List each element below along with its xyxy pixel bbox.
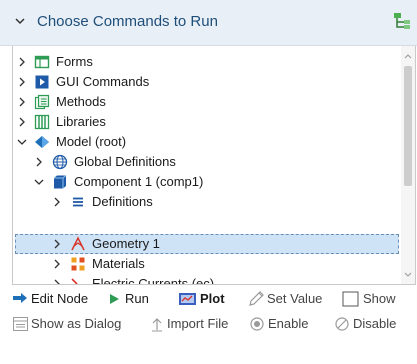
methods-icon xyxy=(34,94,50,110)
tree-item-global-definitions[interactable]: Global Definitions xyxy=(13,152,401,172)
panel-header: Choose Commands to Run xyxy=(0,0,417,46)
tree-item-label: GUI Commands xyxy=(56,74,150,89)
tree-item-electric-currents[interactable]: Electric Currents (ec) xyxy=(13,274,401,285)
set-value-button[interactable]: Set Value xyxy=(248,290,340,308)
run-label: Run xyxy=(125,291,149,306)
disable-icon xyxy=(335,317,349,331)
tree-item-forms[interactable]: Forms xyxy=(13,52,401,72)
tree-item-geometry-1-content[interactable]: Geometry 1 xyxy=(13,234,401,254)
run-icon xyxy=(110,294,119,304)
run-button[interactable]: Run xyxy=(108,290,158,308)
tree-item-label: Methods xyxy=(56,94,106,109)
plot-icon xyxy=(179,293,196,305)
tree-item-label: Definitions xyxy=(92,194,153,209)
tree-item-methods[interactable]: Methods xyxy=(13,92,401,112)
chevron-right-icon[interactable] xyxy=(52,259,62,269)
chevron-right-icon[interactable] xyxy=(34,157,44,167)
materials-icon xyxy=(71,257,85,271)
tree-item-libraries[interactable]: Libraries xyxy=(13,112,401,132)
commands-tree[interactable]: Forms GUI Commands Methods Libraries Mod… xyxy=(12,46,416,285)
tree-item-label: Model (root) xyxy=(56,134,127,149)
chevron-down-icon[interactable] xyxy=(34,177,44,187)
tree-item-label: Global Definitions xyxy=(74,154,176,169)
tree-item-label: Electric Currents (ec) xyxy=(92,276,215,285)
chevron-down-icon[interactable] xyxy=(12,13,28,29)
enable-icon xyxy=(250,317,264,331)
show-label: Show xyxy=(363,291,396,306)
model-tree-icon[interactable] xyxy=(392,10,414,32)
plot-label: Plot xyxy=(200,291,225,306)
set-value-icon xyxy=(249,291,264,306)
forms-icon xyxy=(34,55,50,69)
edit-node-button[interactable]: Edit Node xyxy=(12,290,94,308)
tree-item-label: Libraries xyxy=(56,114,106,129)
chevron-right-icon[interactable] xyxy=(17,97,27,107)
panel-title: Choose Commands to Run xyxy=(37,13,218,30)
chevron-right-icon[interactable] xyxy=(17,77,27,87)
chevron-right-icon[interactable] xyxy=(52,197,62,207)
tree-item-label: Component 1 (comp1) xyxy=(74,174,204,189)
tree-item-gui-commands[interactable]: GUI Commands xyxy=(13,72,401,92)
chevron-down-icon[interactable] xyxy=(17,137,27,147)
tree-scrollbar[interactable] xyxy=(401,46,415,284)
set-value-label: Set Value xyxy=(267,291,323,306)
chevron-right-icon[interactable] xyxy=(52,239,62,249)
tree-item-definitions[interactable]: Definitions xyxy=(13,192,401,212)
edit-node-icon xyxy=(13,293,27,303)
disable-label: Disable xyxy=(353,316,397,331)
scrollbar-thumb[interactable] xyxy=(404,66,412,186)
show-checkbox[interactable]: Show xyxy=(342,290,414,308)
edit-node-label: Edit Node xyxy=(31,291,89,306)
scroll-up-icon[interactable] xyxy=(404,53,412,59)
plot-button[interactable]: Plot xyxy=(178,290,238,308)
show-as-dialog-label: Show as Dialog xyxy=(31,316,122,331)
electric-currents-icon xyxy=(71,278,78,284)
geometry-icon xyxy=(71,236,85,251)
enable-label: Enable xyxy=(268,316,309,331)
model-root-icon xyxy=(35,136,49,148)
tree-item-label: Geometry 1 xyxy=(92,236,160,251)
toolbar-row-1: Edit Node Run Plot Set Value Show xyxy=(0,287,417,311)
component-icon xyxy=(54,175,67,189)
chevron-right-icon[interactable] xyxy=(17,117,27,127)
definitions-icon xyxy=(73,197,83,207)
scroll-down-icon[interactable] xyxy=(404,272,412,278)
tree-item-component-1[interactable]: Component 1 (comp1) xyxy=(13,172,401,192)
libraries-icon xyxy=(34,114,50,130)
show-as-dialog-button[interactable]: Show as Dialog xyxy=(12,315,138,333)
import-file-button[interactable]: Import File xyxy=(150,315,244,333)
dialog-icon xyxy=(13,317,28,331)
gui-commands-icon xyxy=(35,75,49,89)
tree-item-label: Materials xyxy=(92,256,145,271)
enable-button[interactable]: Enable xyxy=(249,315,325,333)
globe-icon xyxy=(52,154,68,170)
tree-item-materials[interactable]: Materials xyxy=(13,254,401,274)
tree-item-label: Forms xyxy=(56,54,93,69)
checkbox-icon xyxy=(342,291,359,307)
toolbar-row-2: Show as Dialog Import File Enable Disabl… xyxy=(0,312,417,336)
chevron-right-icon[interactable] xyxy=(17,57,27,67)
import-file-label: Import File xyxy=(167,316,229,331)
tree-item-model-root[interactable]: Model (root) xyxy=(13,132,401,152)
import-icon xyxy=(152,318,162,332)
chevron-right-icon[interactable] xyxy=(52,279,62,285)
disable-button[interactable]: Disable xyxy=(334,315,416,333)
